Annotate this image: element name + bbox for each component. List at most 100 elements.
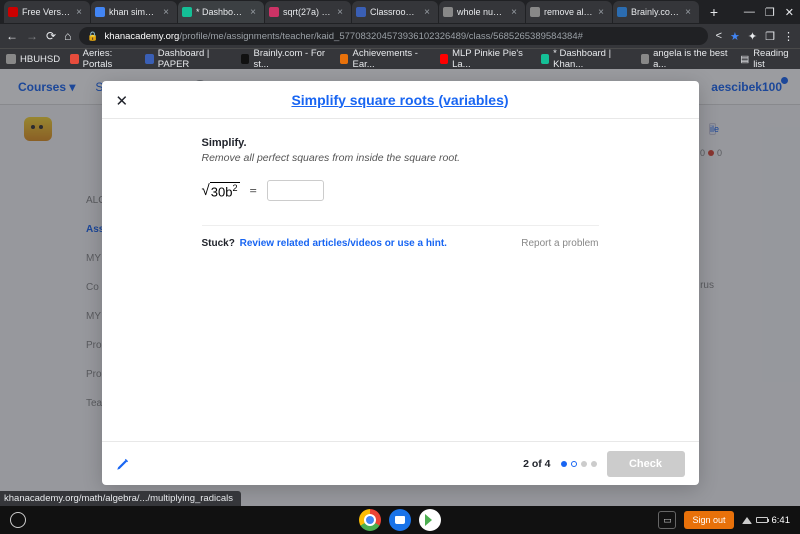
forward-icon[interactable]: → (26, 29, 38, 43)
close-icon[interactable]: × (335, 7, 345, 17)
browser-tab[interactable]: Free Verse Lyr× (4, 1, 90, 23)
url-domain: khanacademy.org (105, 31, 180, 42)
tab-favicon (95, 7, 105, 17)
bookmark-label: Brainly.com - For st... (253, 48, 329, 70)
scratchpad-icon[interactable] (116, 457, 130, 471)
prompt-instruction: Remove all perfect squares from inside t… (202, 152, 599, 164)
close-icon[interactable]: × (74, 7, 84, 17)
tab-title: khan simplify (109, 7, 159, 17)
progress-text: 2 of 4 (523, 458, 550, 470)
back-icon[interactable]: ← (6, 29, 18, 43)
bookmark-favicon (340, 54, 349, 64)
close-icon[interactable]: × (683, 7, 693, 17)
bookmark-item[interactable]: Aeries: Portals (70, 48, 135, 70)
progress-dot (581, 461, 587, 467)
bookmark-item[interactable]: Achievements - Ear... (340, 48, 430, 70)
tab-title: whole number (457, 7, 507, 17)
taskbar: ▭ Sign out 6:41 (0, 506, 800, 534)
tab-favicon (356, 7, 366, 17)
lock-icon: 🔒 (87, 31, 98, 42)
close-icon[interactable]: × (161, 7, 171, 17)
bookmark-favicon (6, 54, 16, 64)
equals-sign: = (250, 183, 257, 199)
reload-icon[interactable]: ⟳ (46, 29, 56, 43)
tab-favicon (8, 7, 18, 17)
bookmark-item[interactable]: Dashboard | PAPER (145, 48, 231, 70)
browser-tab-bar: Free Verse Lyr× khan simplify× * Dashboa… (0, 0, 800, 24)
toolbar-right: < ★ ✦ ❐ ⋮ (716, 30, 794, 43)
progress-dot (591, 461, 597, 467)
extensions-icon[interactable]: ✦ (748, 30, 757, 43)
bookmark-item[interactable]: Brainly.com - For st... (241, 48, 330, 70)
maximize-icon[interactable]: ❐ (765, 6, 775, 19)
close-modal-button[interactable]: ✕ (116, 92, 129, 110)
modal-footer: 2 of 4 Check (102, 441, 699, 485)
bookmark-label: Aeries: Portals (83, 48, 136, 70)
taskbar-apps (359, 509, 441, 531)
modal-overlay: ✕ Simplify square roots (variables) Simp… (0, 69, 800, 506)
sqrt-expression: √30b2 (202, 182, 240, 199)
new-tab-button[interactable]: + (704, 2, 724, 22)
bookmark-favicon (70, 54, 79, 64)
bookmark-item[interactable]: angela is the best a... (641, 48, 731, 70)
tab-title: remove all pe (544, 7, 594, 17)
url-path: /profile/me/assignments/teacher/kaid_577… (179, 31, 583, 42)
close-window-icon[interactable]: ✕ (785, 6, 794, 19)
bookmark-favicon (241, 54, 250, 64)
reading-list-button[interactable]: ▤ Reading list (740, 48, 794, 70)
report-problem-link[interactable]: Report a problem (521, 238, 598, 249)
close-icon[interactable]: × (248, 7, 258, 17)
address-bar: ← → ⟳ ⌂ 🔒 khanacademy.org/profile/me/ass… (0, 24, 800, 48)
browser-tab[interactable]: remove all pe× (526, 1, 612, 23)
files-app-icon[interactable] (389, 509, 411, 531)
tab-title: Classroom | P (370, 7, 420, 17)
home-icon[interactable]: ⌂ (64, 29, 71, 43)
sqrt-icon: √ (202, 182, 210, 199)
play-store-icon[interactable] (419, 509, 441, 531)
answer-input[interactable] (267, 180, 324, 201)
bookmark-label: HBUHSD (20, 54, 60, 65)
sign-out-button[interactable]: Sign out (684, 511, 733, 529)
browser-tab[interactable]: khan simplify× (91, 1, 177, 23)
help-row: Stuck? Review related articles/videos or… (202, 225, 599, 249)
close-icon[interactable]: × (422, 7, 432, 17)
notifications-icon[interactable]: ▭ (658, 511, 676, 529)
close-icon[interactable]: × (509, 7, 519, 17)
expression-row: √30b2 = (202, 180, 599, 201)
reading-list-icon: ▤ (740, 54, 749, 65)
bookmark-star-icon[interactable]: ★ (730, 30, 740, 43)
bookmark-item[interactable]: HBUHSD (6, 54, 60, 65)
minimize-icon[interactable]: — (744, 6, 755, 18)
share-icon[interactable]: < (716, 30, 722, 42)
sqrt-exponent: 2 (232, 183, 237, 193)
browser-tab-active[interactable]: * Dashboard |× (178, 1, 264, 23)
bookmark-item[interactable]: MLP Pinkie Pie's La... (440, 48, 531, 70)
bookmark-item[interactable]: * Dashboard | Khan... (541, 48, 631, 70)
hint-link[interactable]: Review related articles/videos or use a … (240, 238, 447, 249)
browser-tab[interactable]: Brainly.com - × (613, 1, 699, 23)
chrome-app-icon[interactable] (359, 509, 381, 531)
reading-list-label: Reading list (753, 48, 794, 70)
menu-icon[interactable]: ⋮ (783, 30, 794, 43)
restore-icon[interactable]: ❐ (765, 30, 775, 43)
url-input[interactable]: 🔒 khanacademy.org/profile/me/assignments… (79, 27, 707, 45)
exercise-title-link[interactable]: Simplify square roots (variables) (291, 92, 508, 108)
close-icon[interactable]: × (596, 7, 606, 17)
tab-title: Free Verse Lyr (22, 7, 72, 17)
browser-tab[interactable]: Classroom | P× (352, 1, 438, 23)
tab-title: Brainly.com - (631, 7, 681, 17)
stuck-label: Stuck? (202, 238, 235, 249)
browser-tab[interactable]: whole number× (439, 1, 525, 23)
bookmark-label: * Dashboard | Khan... (553, 48, 630, 70)
tab-title: * Dashboard | (196, 7, 246, 17)
sqrt-base: 30b (211, 184, 233, 199)
bookmarks-bar: HBUHSD Aeries: Portals Dashboard | PAPER… (0, 48, 800, 69)
bookmark-label: MLP Pinkie Pie's La... (452, 48, 531, 70)
clock-text: 6:41 (772, 515, 791, 526)
check-button[interactable]: Check (607, 451, 685, 477)
system-tray[interactable]: 6:41 (742, 515, 791, 526)
tab-favicon (182, 7, 192, 17)
battery-icon (756, 517, 768, 523)
launcher-icon[interactable] (10, 512, 26, 528)
browser-tab[interactable]: sqrt(27a) - Syn× (265, 1, 351, 23)
